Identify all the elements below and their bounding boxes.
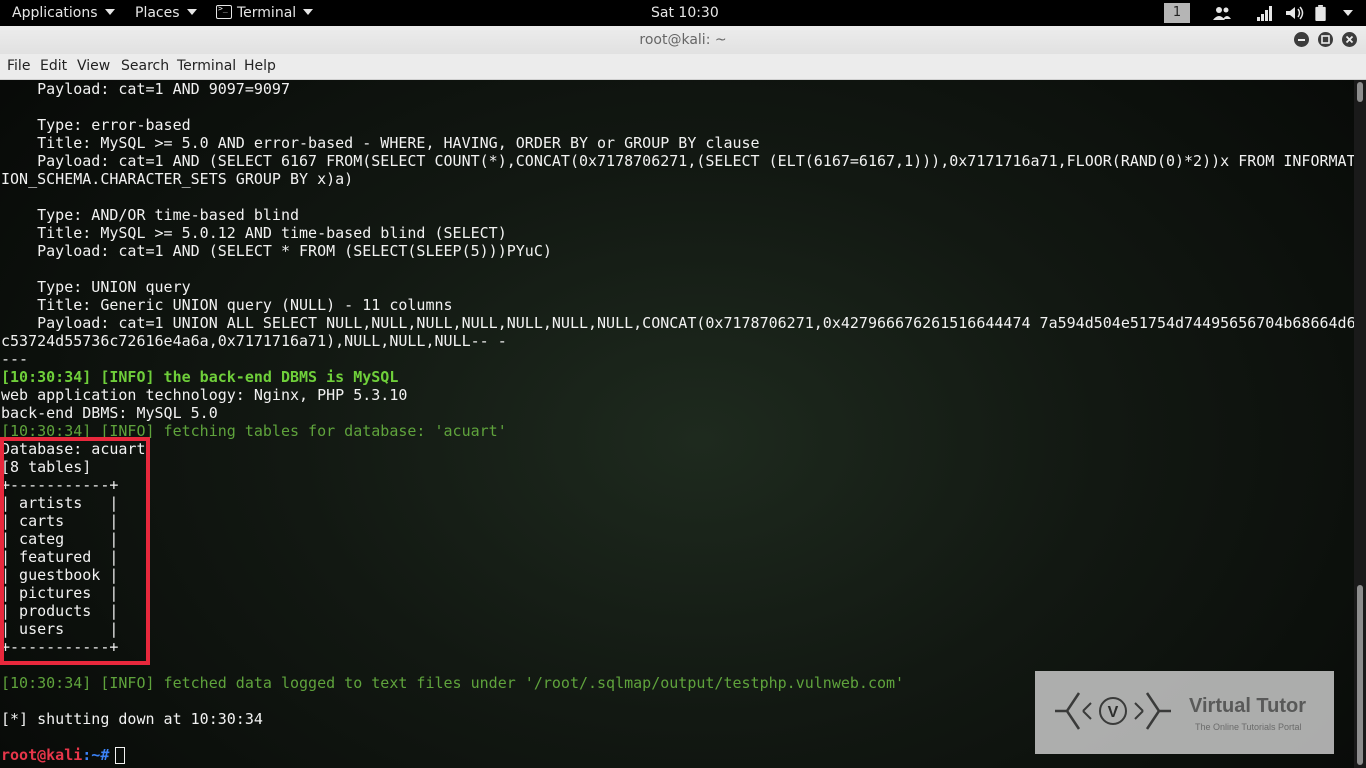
maximize-icon xyxy=(1321,35,1330,44)
clock[interactable]: Sat 10:30 xyxy=(651,0,719,26)
menu-view[interactable]: View xyxy=(77,54,110,79)
table-count-line: [8 tables] xyxy=(1,458,92,476)
terminal-line: Title: Generic UNION query (NULL) - 11 c… xyxy=(1,296,453,314)
minimize-button[interactable] xyxy=(1294,32,1309,47)
close-button[interactable] xyxy=(1342,32,1357,47)
terminal-line: Payload: cat=1 AND 9097=9097 xyxy=(1,80,290,98)
volume-icon[interactable] xyxy=(1285,5,1305,21)
prompt-user: root@kali xyxy=(1,746,83,764)
menu-file[interactable]: File xyxy=(7,54,30,79)
table-row: | artists | xyxy=(1,494,119,512)
menu-help[interactable]: Help xyxy=(244,54,276,79)
scrollbar[interactable] xyxy=(1354,80,1366,768)
menu-terminal[interactable]: Terminal xyxy=(177,54,236,79)
terminal-line: Type: AND/OR time-based blind xyxy=(1,206,300,224)
watermark: V Virtual Tutor The Online Tutorials Por… xyxy=(1035,671,1334,754)
places-menu[interactable]: Places xyxy=(135,0,197,26)
chevron-down-icon xyxy=(186,9,197,15)
window-titlebar[interactable]: root@kali: ~ xyxy=(0,26,1366,54)
table-row: | guestbook | xyxy=(1,566,119,584)
applications-menu[interactable]: Applications xyxy=(12,0,115,26)
scrollbar-thumb[interactable] xyxy=(1357,585,1363,765)
close-icon xyxy=(1345,35,1354,44)
table-row: | products | xyxy=(1,602,119,620)
terminal-line: --- xyxy=(1,350,29,368)
table-row: | featured | xyxy=(1,548,119,566)
menu-search[interactable]: Search xyxy=(121,54,169,79)
chevron-down-icon xyxy=(104,9,115,15)
terminal-line: web application technology: Nginx, PHP 5… xyxy=(1,386,408,404)
text-cursor xyxy=(115,747,126,764)
terminal-line: Type: error-based xyxy=(1,116,191,134)
terminal-output[interactable]: Payload: cat=1 AND 9097=9097 Type: error… xyxy=(0,80,1366,768)
minimize-icon xyxy=(1298,39,1305,41)
signal-icon[interactable] xyxy=(1256,5,1274,21)
virtual-tutor-logo-icon: V xyxy=(1055,692,1171,730)
table-border: +-----------+ xyxy=(1,476,119,494)
terminal-app-label: Terminal xyxy=(237,5,297,21)
scroll-marker xyxy=(1357,82,1363,102)
applications-label: Applications xyxy=(12,5,98,21)
highlight-box xyxy=(0,437,150,665)
chevron-down-icon xyxy=(303,9,314,15)
terminal-line: Title: MySQL >= 5.0.12 AND time-based bl… xyxy=(1,224,507,242)
prompt-path: :~# xyxy=(82,746,110,764)
terminal-line: Type: UNION query xyxy=(1,278,191,296)
watermark-subtitle: The Online Tutorials Portal xyxy=(1195,722,1302,732)
power-menu-icon[interactable] xyxy=(1343,10,1353,16)
database-line: Database: acuart xyxy=(1,440,146,458)
table-row: | pictures | xyxy=(1,584,119,602)
terminal-line: Payload: cat=1 AND (SELECT * FROM (SELEC… xyxy=(1,242,552,260)
table-row: | carts | xyxy=(1,512,119,530)
table-row: | categ | xyxy=(1,530,119,548)
terminal-line: c53724d55736c72616e4a6a,0x7171716a71),NU… xyxy=(1,332,507,350)
menubar: File Edit View Search Terminal Help xyxy=(0,54,1366,80)
info-line: [10:30:34] [INFO] fetching tables for da… xyxy=(1,422,507,440)
users-icon[interactable] xyxy=(1212,5,1232,21)
maximize-button[interactable] xyxy=(1318,32,1333,47)
terminal-lines: Payload: cat=1 AND 9097=9097 Type: error… xyxy=(1,80,1356,764)
terminal-icon xyxy=(216,0,232,19)
table-row: | users | xyxy=(1,620,119,638)
terminal-line: Title: MySQL >= 5.0 AND error-based - WH… xyxy=(1,134,760,152)
terminal-line: Payload: cat=1 UNION ALL SELECT NULL,NUL… xyxy=(1,314,1356,332)
table-border: +-----------+ xyxy=(1,638,119,656)
places-label: Places xyxy=(135,5,180,21)
terminal-line: ION_SCHEMA.CHARACTER_SETS GROUP BY x)a) xyxy=(1,170,354,188)
terminal-app-menu[interactable]: Terminal xyxy=(216,0,314,26)
info-line: [10:30:34] [INFO] the back-end DBMS is M… xyxy=(1,368,399,386)
watermark-title: Virtual Tutor xyxy=(1189,695,1307,717)
terminal-line: back-end DBMS: MySQL 5.0 xyxy=(1,404,218,422)
battery-icon[interactable] xyxy=(1314,5,1328,21)
menu-edit[interactable]: Edit xyxy=(40,54,67,79)
logo-letter: V xyxy=(1108,704,1119,721)
terminal-line: Payload: cat=1 AND (SELECT 6167 FROM(SEL… xyxy=(1,152,1356,170)
window-title: root@kali: ~ xyxy=(639,32,727,48)
workspace-indicator[interactable]: 1 xyxy=(1164,3,1190,23)
top-panel: Applications Places Terminal Sat 10:30 1 xyxy=(0,0,1366,26)
